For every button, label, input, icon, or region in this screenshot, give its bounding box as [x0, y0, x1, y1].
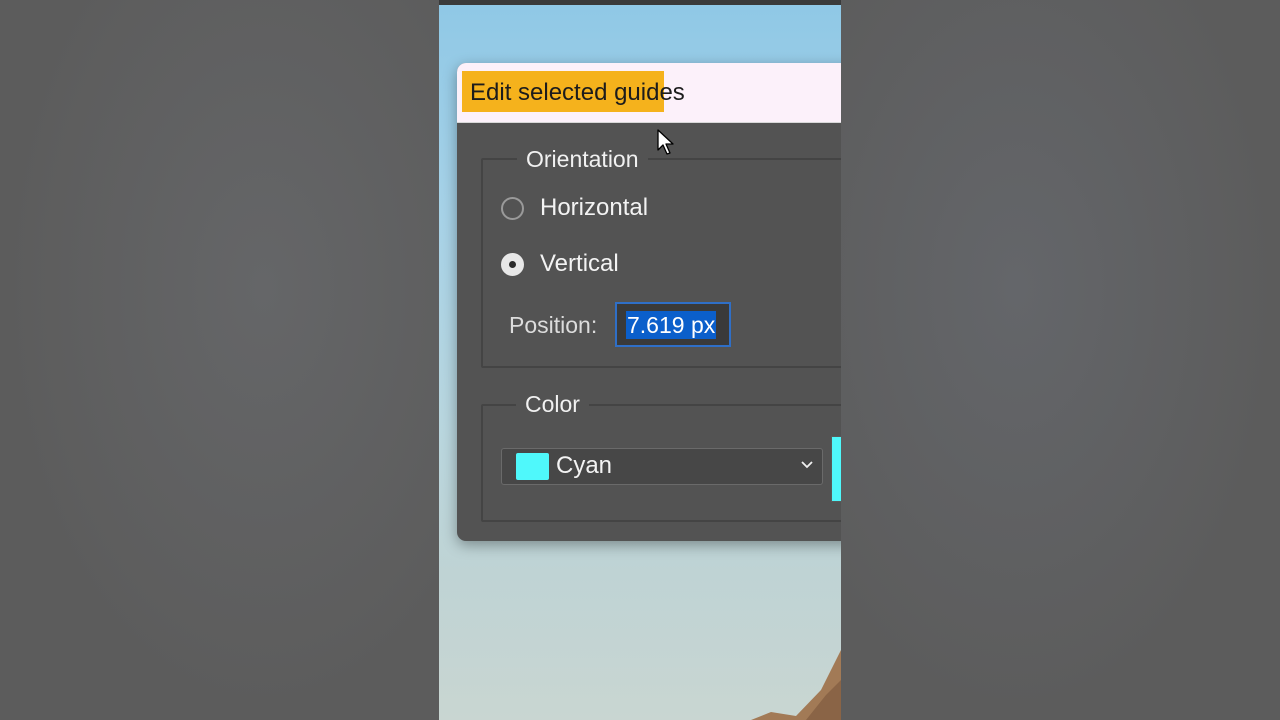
color-swatch: [516, 453, 549, 480]
radio-button-horizontal[interactable]: [501, 196, 524, 220]
custom-color-swatch-button[interactable]: [831, 436, 841, 502]
orientation-legend: Orientation: [517, 146, 648, 173]
color-dropdown[interactable]: Cyan: [501, 448, 823, 485]
position-value[interactable]: 7.619 px: [626, 311, 717, 339]
radio-horizontal[interactable]: Horizontal: [501, 194, 648, 222]
background-blur-left: [0, 0, 439, 720]
radio-label-vertical[interactable]: Vertical: [540, 250, 619, 278]
radio-button-vertical[interactable]: [501, 252, 524, 276]
radio-label-horizontal[interactable]: Horizontal: [540, 194, 648, 222]
color-legend: Color: [516, 391, 589, 418]
color-selected-value[interactable]: Cyan: [556, 452, 612, 480]
radio-vertical[interactable]: Vertical: [501, 250, 619, 278]
background-blur-right: [841, 0, 1280, 720]
mouse-cursor-icon: [657, 129, 674, 155]
dialog-title: Edit selected guides: [470, 79, 685, 106]
position-label: Position:: [509, 312, 598, 338]
dialog-titlebar[interactable]: Edit selected guides: [457, 63, 841, 123]
position-input[interactable]: 7.619 px: [615, 302, 731, 347]
video-frame: Edit selected guides Orientation Horizon…: [439, 0, 841, 720]
chevron-down-icon[interactable]: [801, 461, 813, 469]
frame-top-bar: [439, 0, 841, 5]
mountain-rock-image: [751, 650, 841, 720]
edit-guides-dialog: Edit selected guides Orientation Horizon…: [457, 63, 841, 541]
